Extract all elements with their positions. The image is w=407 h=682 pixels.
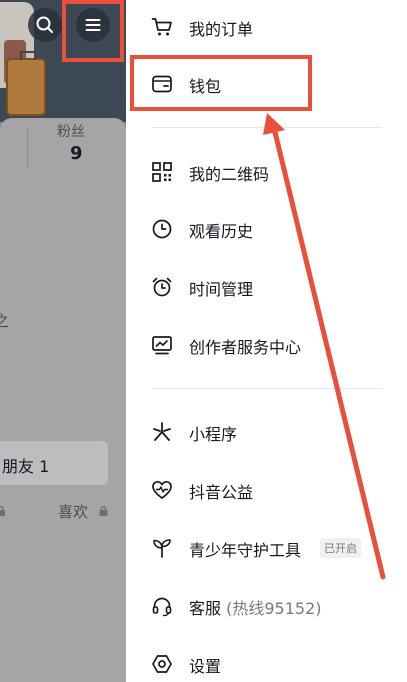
menu-item-creator-center[interactable]: 创作者服务中心 [126,322,407,368]
clock-icon [152,219,172,239]
heart-icon [152,480,172,499]
menu-item-watch-history[interactable]: 观看历史 [126,206,407,252]
menu-item-label: 小程序 [189,425,238,444]
menu-item-youth-protection[interactable]: 青少年守护工具 已开启 [126,525,407,571]
chart-monitor-icon [152,336,172,355]
asterisk-icon [153,422,171,441]
menu-divider [152,388,382,389]
menu-item-label: 我的二维码 [189,165,270,184]
cover-suitcase [6,51,46,116]
menu-item-label: 我的订单 [189,20,254,39]
headset-icon [152,597,172,617]
fans-label: 粉丝 [57,124,85,140]
menu-item-my-qr-code[interactable]: 我的二维码 [126,149,407,195]
alarm-clock-icon [152,277,172,297]
menu-divider [152,127,382,128]
stat-divider [27,128,28,168]
profile-card [0,118,126,682]
hotline-number: (热线95152) [226,599,322,618]
wallet-highlight-box [130,55,312,111]
menu-item-mini-programs[interactable]: 小程序 [126,409,407,455]
menu-item-my-orders[interactable]: 我的订单 [126,4,407,50]
menu-item-customer-service[interactable]: 客服 (热线95152) [126,583,407,629]
enabled-status-badge: 已开启 [320,538,361,558]
lock-icon [99,505,108,516]
menu-item-label: 创作者服务中心 [189,338,302,357]
menu-item-label: 抖音公益 [189,483,254,502]
sprout-icon [153,539,171,558]
menu-item-label: 时间管理 [189,280,254,299]
qr-code-icon [152,162,172,182]
profile-background-panel: 粉丝 9 之 朋友 1 喜欢 [0,0,126,682]
side-menu-drawer: 我的订单 钱包 我的二维码 观看历史 时间管理 创作者服务中心 小程序 抖音公益… [126,0,407,682]
menu-item-label: 设置 [189,657,222,676]
lock-icon [0,505,5,516]
menu-item-label: 观看历史 [189,222,254,241]
customer-service-label: 客服 [189,599,222,618]
shopping-cart-icon [151,18,172,36]
menu-button-highlight-box [62,0,124,62]
search-button[interactable] [28,8,62,42]
menu-item-time-management[interactable]: 时间管理 [126,264,407,310]
search-icon [36,16,54,34]
friends-label: 朋友 1 [2,457,50,476]
likes-tab[interactable]: 喜欢 [58,501,88,522]
menu-item-settings[interactable]: 设置 [126,641,407,682]
menu-item-label: 客服 (热线95152) [189,595,322,619]
profile-partial-text: 之 [0,312,10,330]
fans-count: 9 [70,143,83,164]
menu-item-douyin-charity[interactable]: 抖音公益 [126,467,407,513]
menu-item-label: 青少年守护工具 [189,541,302,560]
hexagon-gear-icon [152,655,172,673]
